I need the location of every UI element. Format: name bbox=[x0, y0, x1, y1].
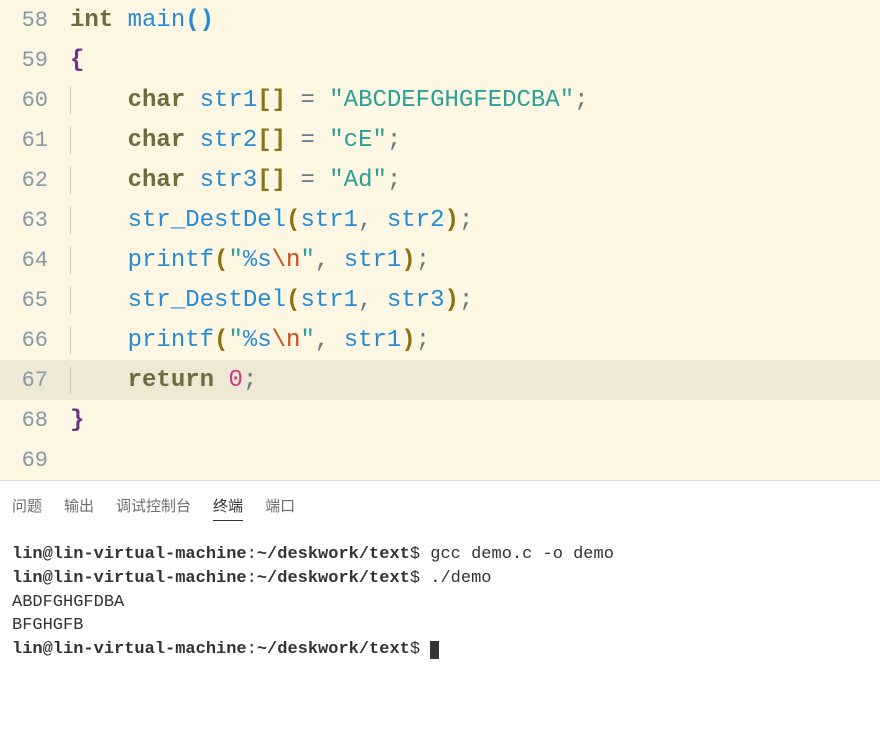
bottom-panel: 问题输出调试控制台终端端口 lin@lin-virtual-machine:~/… bbox=[0, 480, 880, 730]
terminal-prompt-line: lin@lin-virtual-machine:~/deskwork/text$… bbox=[12, 567, 868, 591]
line-number: 68 bbox=[0, 408, 70, 433]
line-number: 66 bbox=[0, 328, 70, 353]
indent-guide bbox=[70, 207, 71, 234]
code-line[interactable]: 62 char str3[] = "Ad"; bbox=[0, 160, 880, 200]
code-line[interactable]: 63 str_DestDel(str1, str2); bbox=[0, 200, 880, 240]
panel-tab[interactable]: 终端 bbox=[213, 495, 243, 521]
indent-guide bbox=[70, 87, 71, 114]
panel-tab[interactable]: 端口 bbox=[265, 495, 295, 521]
indent-guide bbox=[70, 367, 71, 394]
code-content[interactable]: str_DestDel(str1, str2); bbox=[70, 207, 473, 234]
code-content[interactable]: int main() bbox=[70, 7, 214, 34]
code-content[interactable]: } bbox=[70, 407, 84, 434]
code-line[interactable]: 66 printf("%s\n", str1); bbox=[0, 320, 880, 360]
code-line[interactable]: 65 str_DestDel(str1, str3); bbox=[0, 280, 880, 320]
panel-tab[interactable]: 调试控制台 bbox=[116, 495, 191, 521]
code-line[interactable]: 68} bbox=[0, 400, 880, 440]
terminal-output-line: BFGHGFB bbox=[12, 614, 868, 638]
code-content[interactable]: char str1[] = "ABCDEFGHGFEDCBA"; bbox=[70, 87, 589, 114]
line-number: 62 bbox=[0, 168, 70, 193]
terminal-prompt-line: lin@lin-virtual-machine:~/deskwork/text$… bbox=[12, 543, 868, 567]
code-content[interactable]: { bbox=[70, 47, 84, 74]
indent-guide bbox=[70, 247, 71, 274]
line-number: 59 bbox=[0, 48, 70, 73]
line-number: 64 bbox=[0, 248, 70, 273]
code-line[interactable]: 64 printf("%s\n", str1); bbox=[0, 240, 880, 280]
indent-guide bbox=[70, 167, 71, 194]
terminal-view[interactable]: lin@lin-virtual-machine:~/deskwork/text$… bbox=[0, 535, 880, 670]
line-number: 61 bbox=[0, 128, 70, 153]
indent-guide bbox=[70, 287, 71, 314]
code-content[interactable]: str_DestDel(str1, str3); bbox=[70, 287, 473, 314]
code-line[interactable]: 60 char str1[] = "ABCDEFGHGFEDCBA"; bbox=[0, 80, 880, 120]
line-number: 63 bbox=[0, 208, 70, 233]
code-content[interactable]: char str3[] = "Ad"; bbox=[70, 167, 401, 194]
indent-guide bbox=[70, 127, 71, 154]
code-line[interactable]: 58int main() bbox=[0, 0, 880, 40]
line-number: 60 bbox=[0, 88, 70, 113]
panel-tab[interactable]: 问题 bbox=[12, 495, 42, 521]
code-line[interactable]: 59{ bbox=[0, 40, 880, 80]
panel-tabs: 问题输出调试控制台终端端口 bbox=[0, 495, 880, 535]
terminal-prompt-line: lin@lin-virtual-machine:~/deskwork/text$ bbox=[12, 638, 868, 662]
line-number: 58 bbox=[0, 8, 70, 33]
code-content[interactable]: printf("%s\n", str1); bbox=[70, 247, 430, 274]
panel-tab[interactable]: 输出 bbox=[64, 495, 94, 521]
line-number: 65 bbox=[0, 288, 70, 313]
code-line[interactable]: 69 bbox=[0, 440, 880, 480]
terminal-cursor bbox=[430, 641, 439, 659]
code-content[interactable]: printf("%s\n", str1); bbox=[70, 327, 430, 354]
code-line[interactable]: 61 char str2[] = "cE"; bbox=[0, 120, 880, 160]
indent-guide bbox=[70, 327, 71, 354]
code-content[interactable]: return 0; bbox=[70, 367, 257, 394]
terminal-output-line: ABDFGHGFDBA bbox=[12, 591, 868, 615]
code-content[interactable]: char str2[] = "cE"; bbox=[70, 127, 401, 154]
code-editor[interactable]: 58int main()59{60 char str1[] = "ABCDEFG… bbox=[0, 0, 880, 480]
line-number: 69 bbox=[0, 448, 70, 473]
line-number: 67 bbox=[0, 368, 70, 393]
code-line[interactable]: 67 return 0; bbox=[0, 360, 880, 400]
